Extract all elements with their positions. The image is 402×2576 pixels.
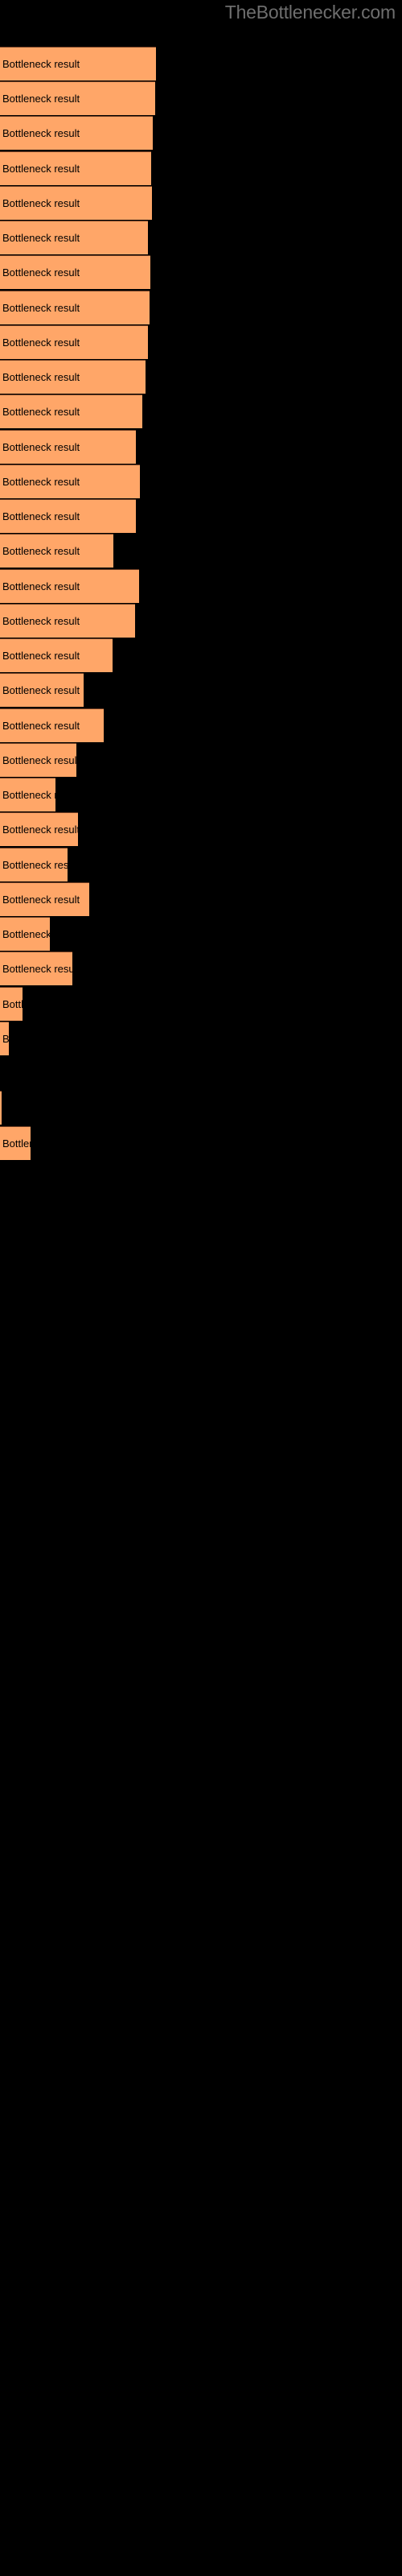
bar-row: Bottleneck result [0,673,402,707]
chart-bar[interactable]: Bottleneck result [0,47,156,80]
chart-bar[interactable]: Bottleneck result [0,812,78,846]
bar-row: Bottleneck result [0,81,402,115]
bar-row: Bottleneck result [0,917,402,951]
bar-label: Bottleneck result [2,545,80,557]
chart-bar[interactable]: Bottleneck result [0,1022,9,1055]
bar-label: Bottleneck result [2,476,80,488]
chart-bar[interactable]: Bottleneck result [0,151,151,185]
bar-row: Bottleneck result [0,255,402,289]
bar-row: Bottleneck result [0,1022,402,1055]
bar-row: Bottleneck result [0,291,402,324]
chart-bar[interactable]: Bottleneck result [0,638,113,672]
bar-row: Bottleneck result [0,743,402,777]
bar-label: Bottleneck result [2,615,80,627]
bar-row: Bottleneck result [0,430,402,464]
chart-bar[interactable]: Bottleneck result [0,952,72,985]
bar-label: Bottleneck result [2,336,80,349]
chart-bar[interactable]: Bottleneck result [0,325,148,359]
bar-row: Bottleneck result [0,499,402,533]
bar-label: Bottleneck result [2,720,80,732]
bar-label: Bottleneck result [2,232,80,244]
bar-label: Bottleneck result [2,510,80,522]
chart-bar[interactable]: Bottleneck result [0,778,55,811]
bar-row: Bottleneck result [0,987,402,1021]
chart-bar[interactable]: Bottleneck result [0,291,150,324]
bar-row: Bottleneck result [0,360,402,394]
chart-bar[interactable]: Bottleneck result [0,987,23,1021]
bar-label: Bottleneck result [2,580,80,592]
chart-bar[interactable]: Bottleneck result [0,708,104,742]
bar-row: Bottleneck result [0,116,402,150]
chart-bar[interactable]: Bottleneck result [0,882,89,916]
bar-row: Bottleneck result [0,534,402,568]
chart-bar[interactable]: Bottleneck result [0,221,148,254]
bar-row: Bottleneck result [0,221,402,254]
bar-label: Bottleneck result [2,163,80,175]
chart-bar[interactable]: Bottleneck result [0,186,152,220]
chart-bar[interactable]: Bottleneck result [0,1091,2,1125]
chart-bar[interactable]: Bottleneck result [0,848,68,881]
bar-label: Bottleneck result [2,963,72,975]
bar-row: Bottleneck result [0,325,402,359]
bar-label: Bottleneck result [2,859,68,871]
bar-label: Bottleneck result [2,93,80,105]
chart-bar[interactable]: Bottleneck result [0,917,50,951]
bar-row: Bottleneck result [0,952,402,985]
bar-row: Bottleneck result [0,47,402,80]
bar-label: Bottleneck result [2,824,78,836]
bar-row: Bottleneck result [0,464,402,498]
chart-bar[interactable]: Bottleneck result [0,394,142,428]
bar-label: Bottleneck result [2,266,80,279]
chart-bar[interactable]: Bottleneck result [0,499,136,533]
bar-label: Bottleneck result [2,58,80,70]
bar-label: Bottleneck result [2,998,23,1010]
bar-row: Bottleneck result [0,638,402,672]
bar-label: Bottleneck result [2,928,50,940]
bar-row: Bottleneck result [0,569,402,603]
chart-bar[interactable]: Bottleneck result [0,743,76,777]
bar-label: Bottleneck result [2,650,80,662]
bar-row: Bottleneck result [0,1091,402,1125]
chart-bar[interactable]: Bottleneck result [0,430,136,464]
bar-row: Bottleneck result [0,1056,402,1090]
chart-bar[interactable]: Bottleneck result [0,255,150,289]
horizontal-bar-chart: Bottleneck result Bottleneck result Bottle… [0,0,402,2093]
bar-label: Bottleneck result [2,789,55,801]
bar-row: Bottleneck result [0,394,402,428]
bar-row: Bottleneck result [0,812,402,846]
bar-row: Bottleneck result [0,151,402,185]
bar-label: Bottleneck result [2,754,76,766]
bar-label: Bottleneck result [2,1137,31,1150]
bar-label: Bottleneck result [2,1033,9,1045]
bar-row: Bottleneck result [0,604,402,638]
chart-bar[interactable]: Bottleneck result [0,673,84,707]
bar-row: Bottleneck result [0,848,402,881]
bar-label: Bottleneck result [2,197,80,209]
bar-row: Bottleneck result [0,1126,402,1160]
bar-row: Bottleneck result [0,778,402,811]
bar-label: Bottleneck result [2,371,80,383]
chart-bar[interactable]: Bottleneck result [0,604,135,638]
bar-label: Bottleneck result [2,684,80,696]
bar-label: Bottleneck result [2,894,80,906]
chart-bar[interactable]: Bottleneck result [0,116,153,150]
chart-bar[interactable]: Bottleneck result [0,534,113,568]
chart-bar[interactable]: Bottleneck result [0,81,155,115]
chart-bar[interactable]: Bottleneck result [0,360,146,394]
chart-bar[interactable]: Bottleneck result [0,464,140,498]
bar-row: Bottleneck result [0,708,402,742]
bar-label: Bottleneck result [2,302,80,314]
chart-bar[interactable]: Bottleneck result [0,1126,31,1160]
bar-row: Bottleneck result [0,186,402,220]
bar-label: Bottleneck result [2,441,80,453]
bar-label: Bottleneck result [2,406,80,418]
chart-bar[interactable]: Bottleneck result [0,569,139,603]
bar-label: Bottleneck result [2,127,80,139]
bar-row: Bottleneck result [0,882,402,916]
